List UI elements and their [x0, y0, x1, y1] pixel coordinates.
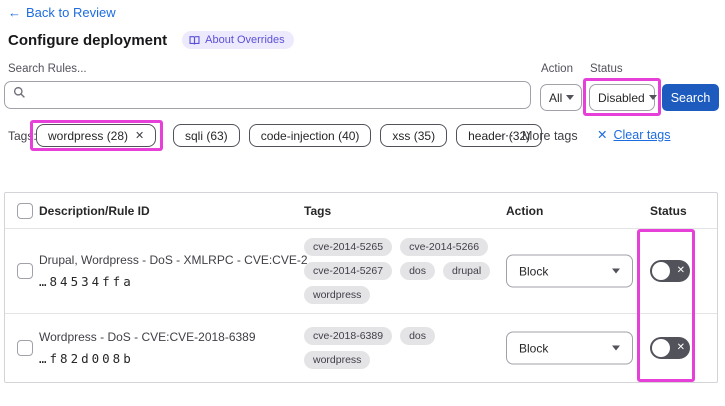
column-header-description: Description/Rule ID	[39, 203, 150, 218]
status-filter-value: Disabled	[598, 90, 645, 105]
rule-tag: dos	[400, 327, 435, 345]
ellipsis-icon: ⋯	[500, 127, 515, 143]
action-filter-label: Action	[541, 63, 573, 75]
table-row: Drupal, Wordpress - DoS - XMLRPC - CVE:C…	[5, 229, 717, 314]
back-to-review-link[interactable]: ← Back to Review	[8, 5, 116, 20]
rule-id: …84534ffa	[39, 274, 134, 289]
rule-description-cell: Wordpress - DoS - CVE:CVE-2018-6389 …f82…	[39, 330, 256, 366]
search-rules-input-wrap	[4, 81, 531, 109]
about-overrides-label: About Overrides	[205, 34, 285, 46]
available-tags-row: sqli (63) code-injection (40) xss (35) h…	[173, 124, 543, 147]
remove-tag-icon[interactable]: ✕	[135, 129, 144, 142]
clear-tags-label: Clear tags	[613, 127, 671, 142]
action-select[interactable]: Block	[506, 331, 633, 365]
configure-deployment-page: ← Back to Review Configure deployment Ab…	[0, 0, 725, 406]
toggle-x-icon: ✕	[676, 342, 685, 353]
page-title: Configure deployment	[8, 31, 168, 49]
action-filter-value: All	[549, 90, 563, 105]
rule-description-cell: Drupal, Wordpress - DoS - XMLRPC - CVE:C…	[39, 253, 320, 289]
chevron-down-icon	[612, 345, 620, 351]
rule-tag: wordpress	[304, 286, 371, 304]
table-header-row: Description/Rule ID Tags Action Status	[5, 193, 717, 229]
chevron-down-icon	[648, 95, 657, 100]
rule-tag: cve-2014-5266	[400, 238, 489, 256]
select-all-checkbox[interactable]	[17, 202, 33, 219]
action-filter-dropdown[interactable]: All	[540, 84, 582, 111]
selected-tag-label: wordpress (28)	[48, 128, 129, 143]
status-filter-dropdown[interactable]: Disabled	[589, 84, 657, 111]
title-row: Configure deployment About Overrides	[8, 31, 294, 49]
rule-tags-cell: cve-2018-6389 dos wordpress	[304, 327, 504, 369]
search-rules-input[interactable]	[32, 88, 522, 102]
chevron-down-icon	[566, 95, 575, 100]
rule-tag: cve-2014-5265	[304, 238, 393, 256]
action-select-value: Block	[519, 264, 549, 278]
more-tags-button[interactable]: ⋯ More tags	[500, 127, 578, 144]
back-link-label: Back to Review	[26, 5, 116, 20]
back-arrow-icon: ←	[8, 5, 21, 20]
status-filter-label: Status	[590, 63, 623, 75]
search-rules-label: Search Rules...	[8, 63, 87, 75]
clear-x-icon: ✕	[597, 128, 608, 142]
rule-description: Wordpress - DoS - CVE:CVE-2018-6389	[39, 330, 256, 344]
rule-id: …f82d008b	[39, 351, 134, 366]
search-button[interactable]: Search	[662, 84, 719, 111]
rule-description: Drupal, Wordpress - DoS - XMLRPC - CVE:C…	[39, 253, 320, 267]
action-select-value: Block	[519, 341, 549, 355]
tag-chip-code-injection[interactable]: code-injection (40)	[248, 124, 372, 147]
rule-tag: wordpress	[304, 351, 371, 369]
tags-bar-label: Tags:	[8, 129, 37, 143]
rules-table: Description/Rule ID Tags Action Status D…	[4, 192, 718, 383]
tag-chip-sqli[interactable]: sqli (63)	[173, 124, 240, 147]
row-checkbox[interactable]	[17, 263, 33, 279]
selected-tag-chip-wordpress[interactable]: wordpress (28) ✕	[36, 124, 157, 147]
column-header-action: Action	[506, 203, 544, 218]
table-row: Wordpress - DoS - CVE:CVE-2018-6389 …f82…	[5, 314, 717, 382]
rule-tag: drupal	[443, 262, 491, 280]
toggle-x-icon: ✕	[676, 265, 685, 276]
chevron-down-icon	[612, 268, 620, 274]
toggle-knob	[652, 339, 670, 357]
row-checkbox[interactable]	[17, 340, 33, 356]
rule-tag: cve-2014-5267	[304, 262, 393, 280]
more-tags-label: More tags	[522, 128, 578, 143]
rule-tag: dos	[400, 262, 435, 280]
rule-tag: cve-2018-6389	[304, 327, 393, 345]
book-icon	[189, 35, 200, 46]
column-header-tags: Tags	[304, 203, 332, 218]
action-select[interactable]: Block	[506, 254, 633, 288]
status-toggle-off[interactable]: ✕	[650, 337, 690, 359]
search-icon	[13, 86, 26, 104]
about-overrides-badge[interactable]: About Overrides	[182, 31, 294, 49]
column-header-status: Status	[650, 203, 687, 218]
toggle-knob	[652, 262, 670, 280]
tag-chip-xss[interactable]: xss (35)	[380, 124, 448, 147]
rule-tags-cell: cve-2014-5265 cve-2014-5266 cve-2014-526…	[304, 238, 504, 304]
status-toggle-off[interactable]: ✕	[650, 260, 690, 282]
clear-tags-link[interactable]: ✕ Clear tags	[597, 127, 671, 143]
